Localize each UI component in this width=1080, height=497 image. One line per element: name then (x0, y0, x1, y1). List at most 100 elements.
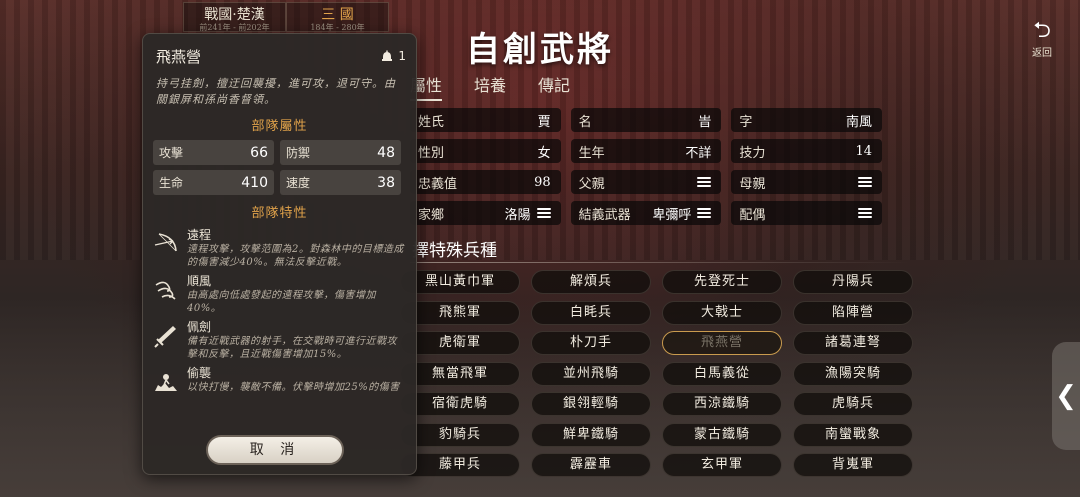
stat-label: 生命 (159, 176, 184, 190)
courtesy-name-field[interactable]: 字 南風 (731, 108, 883, 132)
field-value: 98 (534, 174, 551, 190)
tab-training[interactable]: 培養 (474, 72, 506, 101)
back-button[interactable]: ⮌ 返回 (1022, 18, 1062, 60)
troop-button[interactable]: 西涼鐵騎 (662, 392, 782, 416)
troop-button[interactable]: 丹陽兵 (793, 270, 913, 294)
era-tabs: 戰國·楚漢 前241年 - 前202年 三 國 184年 - 280年 (183, 2, 389, 32)
field-label: 結義武器 (578, 207, 631, 223)
hometown-field[interactable]: 家鄉 洛陽 (410, 201, 561, 225)
popup-description: 持弓挂劍，擅迂回襲擾，進可攻，退可守。由關銀屏和孫尚香督領。 (156, 77, 396, 106)
era-tab-years: 前241年 - 前202年 (199, 23, 270, 32)
loyalty-field[interactable]: 忠義值 98 (410, 170, 561, 194)
father-field[interactable]: 父親 (570, 170, 722, 194)
field-label: 父親 (578, 176, 605, 192)
field-value: 賈 (537, 114, 551, 130)
menu-icon[interactable] (858, 208, 873, 218)
popup-title: 飛燕營 (156, 47, 202, 66)
troop-button[interactable]: 飛熊軍 (400, 300, 520, 325)
field-label: 名 (578, 114, 592, 130)
troop-button[interactable]: 朴刀手 (531, 331, 651, 355)
sworn-field[interactable]: 結義武器 卑彌呼 (570, 201, 722, 225)
stat-label: 速度 (286, 176, 311, 190)
tab-biography[interactable]: 傳記 (538, 72, 570, 101)
given-name-field[interactable]: 名 峕 (570, 108, 722, 132)
back-arrow-icon: ⮌ (1033, 18, 1051, 43)
trait-desc: 由高處向低處發起的遠程攻擊，傷害增加40%。 (187, 290, 376, 314)
field-value: 女 (537, 145, 551, 161)
spouse-field[interactable]: 配偶 (731, 201, 883, 225)
trait-item: 偷襲 以快打慢，襲敵不備。伏擊時增加25%的傷害 (153, 366, 406, 395)
troop-count: 1 (381, 49, 406, 63)
troop-detail-popup: 飛燕營 1 持弓挂劍，擅迂回襲擾，進可攻，退可守。由關銀屏和孫尚香督領。 部隊屬… (142, 33, 417, 475)
troop-button[interactable]: 銀翎輕騎 (531, 392, 651, 416)
troop-button[interactable]: 鮮卑鐵騎 (531, 422, 651, 447)
troop-button[interactable]: 無當飛軍 (400, 361, 520, 386)
troop-button[interactable]: 豹騎兵 (400, 422, 520, 447)
troop-button[interactable]: 宿衛虎騎 (400, 392, 520, 416)
field-label: 配偶 (739, 207, 766, 223)
trait-name: 偷襲 (187, 366, 212, 380)
field-label: 母親 (739, 176, 766, 192)
bow-icon (154, 233, 177, 252)
stat-value: 38 (377, 174, 395, 191)
troop-button[interactable]: 大戟士 (662, 300, 782, 325)
troop-button[interactable]: 蒙古鐵騎 (662, 422, 782, 447)
trait-item: 順風 由高處向低處發起的遠程攻擊，傷害增加40%。 (153, 274, 406, 315)
cancel-button[interactable]: 取 消 (206, 435, 344, 465)
trait-heading: 部隊特性 (251, 206, 308, 221)
side-drawer-handle[interactable]: ❮ (1052, 342, 1080, 450)
trait-name: 遠程 (187, 228, 212, 242)
stat-value: 66 (250, 144, 268, 161)
menu-icon[interactable] (858, 177, 873, 187)
birth-year-field[interactable]: 生年 不詳 (570, 139, 722, 163)
field-label: 生年 (578, 145, 605, 161)
stat-defense: 防禦 48 (280, 140, 401, 165)
menu-icon[interactable] (536, 208, 551, 218)
field-label: 家鄉 (418, 207, 445, 223)
stat-label: 攻擊 (159, 146, 184, 160)
menu-icon[interactable] (697, 208, 712, 218)
gender-field[interactable]: 性別 女 (410, 139, 561, 163)
field-value: 不詳 (685, 145, 712, 161)
troop-button[interactable]: 諸葛連弩 (793, 331, 913, 355)
troop-button[interactable]: 黑山黃巾軍 (400, 270, 520, 294)
troop-button[interactable]: 虎騎兵 (793, 392, 913, 416)
mother-field[interactable]: 母親 (731, 170, 883, 194)
troop-button[interactable]: 藤甲兵 (400, 453, 520, 477)
troop-button[interactable]: 玄甲軍 (662, 453, 782, 477)
field-label: 忠義值 (418, 176, 458, 192)
field-label: 姓氏 (418, 114, 445, 130)
troop-button[interactable]: 先登死士 (662, 270, 782, 294)
troop-button[interactable]: 白馬義從 (662, 361, 782, 386)
troop-button[interactable]: 白眊兵 (531, 300, 651, 325)
troop-button[interactable]: 霹靂車 (531, 453, 651, 477)
helmet-icon (382, 50, 393, 61)
era-tab-three-kingdoms[interactable]: 三 國 184年 - 280年 (286, 2, 389, 32)
page-title: 自創武將 (466, 30, 614, 70)
trait-item: 遠程 遠程攻擊，攻擊范圍為2。對森林中的目標造成的傷害減少40%。無法反擊近戰。 (153, 228, 406, 269)
troop-button[interactable]: 飛燕營 (662, 331, 782, 355)
troop-button[interactable]: 解煩兵 (531, 270, 651, 294)
wind-icon (155, 281, 176, 300)
sword-icon (154, 326, 176, 348)
trait-list[interactable]: 遠程 遠程攻擊，攻擊范圍為2。對森林中的目標造成的傷害減少40%。無法反擊近戰。… (153, 223, 406, 429)
troop-button[interactable]: 虎衛軍 (400, 331, 520, 355)
skill-field[interactable]: 技力 14 (731, 139, 883, 163)
era-tab-warring-states[interactable]: 戰國·楚漢 前241年 - 前202年 (183, 2, 286, 32)
troop-button[interactable]: 南蠻戰象 (793, 422, 913, 447)
troop-button[interactable]: 背嵬軍 (793, 453, 913, 477)
surname-field[interactable]: 姓氏 賈 (410, 108, 561, 132)
field-label: 性別 (418, 145, 445, 161)
field-label: 技力 (739, 145, 766, 161)
troop-button[interactable]: 陷陣營 (793, 300, 913, 325)
menu-icon[interactable] (697, 177, 712, 187)
troop-button[interactable]: 漁陽突騎 (793, 361, 913, 386)
troop-grid: 黑山黃巾軍 解煩兵 先登死士 丹陽兵飛熊軍 白眊兵 大戟士 陷陣營虎衛軍 朴刀手 飛燕營 諸葛連弩… (400, 270, 913, 477)
troop-button[interactable]: 並州飛騎 (531, 361, 651, 386)
trait-desc: 備有近戰武器的射手，在交戰時可進行近戰攻擊和反擊，且近戰傷害增加15%。 (187, 336, 397, 360)
stat-value: 48 (377, 144, 395, 161)
stat-grid: 攻擊 66 防禦 48 生命 410 速度 38 (153, 140, 406, 195)
chevron-left-icon: ❮ (1055, 381, 1077, 411)
trait-desc: 以快打慢，襲敵不備。伏擊時增加25%的傷害 (187, 382, 400, 393)
attr-heading: 部隊屬性 (251, 119, 308, 134)
